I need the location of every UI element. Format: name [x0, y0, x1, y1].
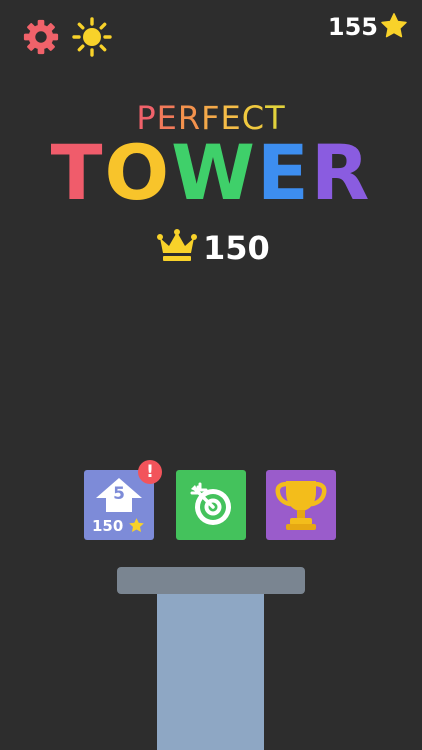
star-icon	[129, 518, 144, 532]
sun-icon[interactable]	[72, 17, 112, 57]
title-tower-letter: W	[171, 128, 257, 217]
title-tower-letter: R	[310, 128, 372, 217]
leaderboard-button[interactable]	[266, 470, 336, 540]
title-tower-letter: O	[104, 128, 172, 217]
tower-column	[157, 594, 264, 750]
upgrade-cost: 150	[92, 517, 124, 535]
tower-platform	[117, 567, 305, 594]
best-score: 150	[203, 229, 270, 267]
trophy-icon	[275, 481, 327, 530]
title-tower-letter: E	[256, 128, 311, 217]
gear-icon[interactable]	[22, 18, 60, 56]
upgrade-level: 5	[113, 484, 125, 504]
title-tower-letter: T	[50, 128, 105, 217]
title-tower: TOWER	[0, 130, 422, 216]
crown-icon	[157, 229, 197, 261]
star-icon	[381, 13, 407, 38]
target-icon	[190, 482, 231, 525]
missions-button[interactable]	[176, 470, 246, 540]
alert-badge: !	[138, 460, 162, 484]
star-count: 155	[327, 13, 378, 41]
